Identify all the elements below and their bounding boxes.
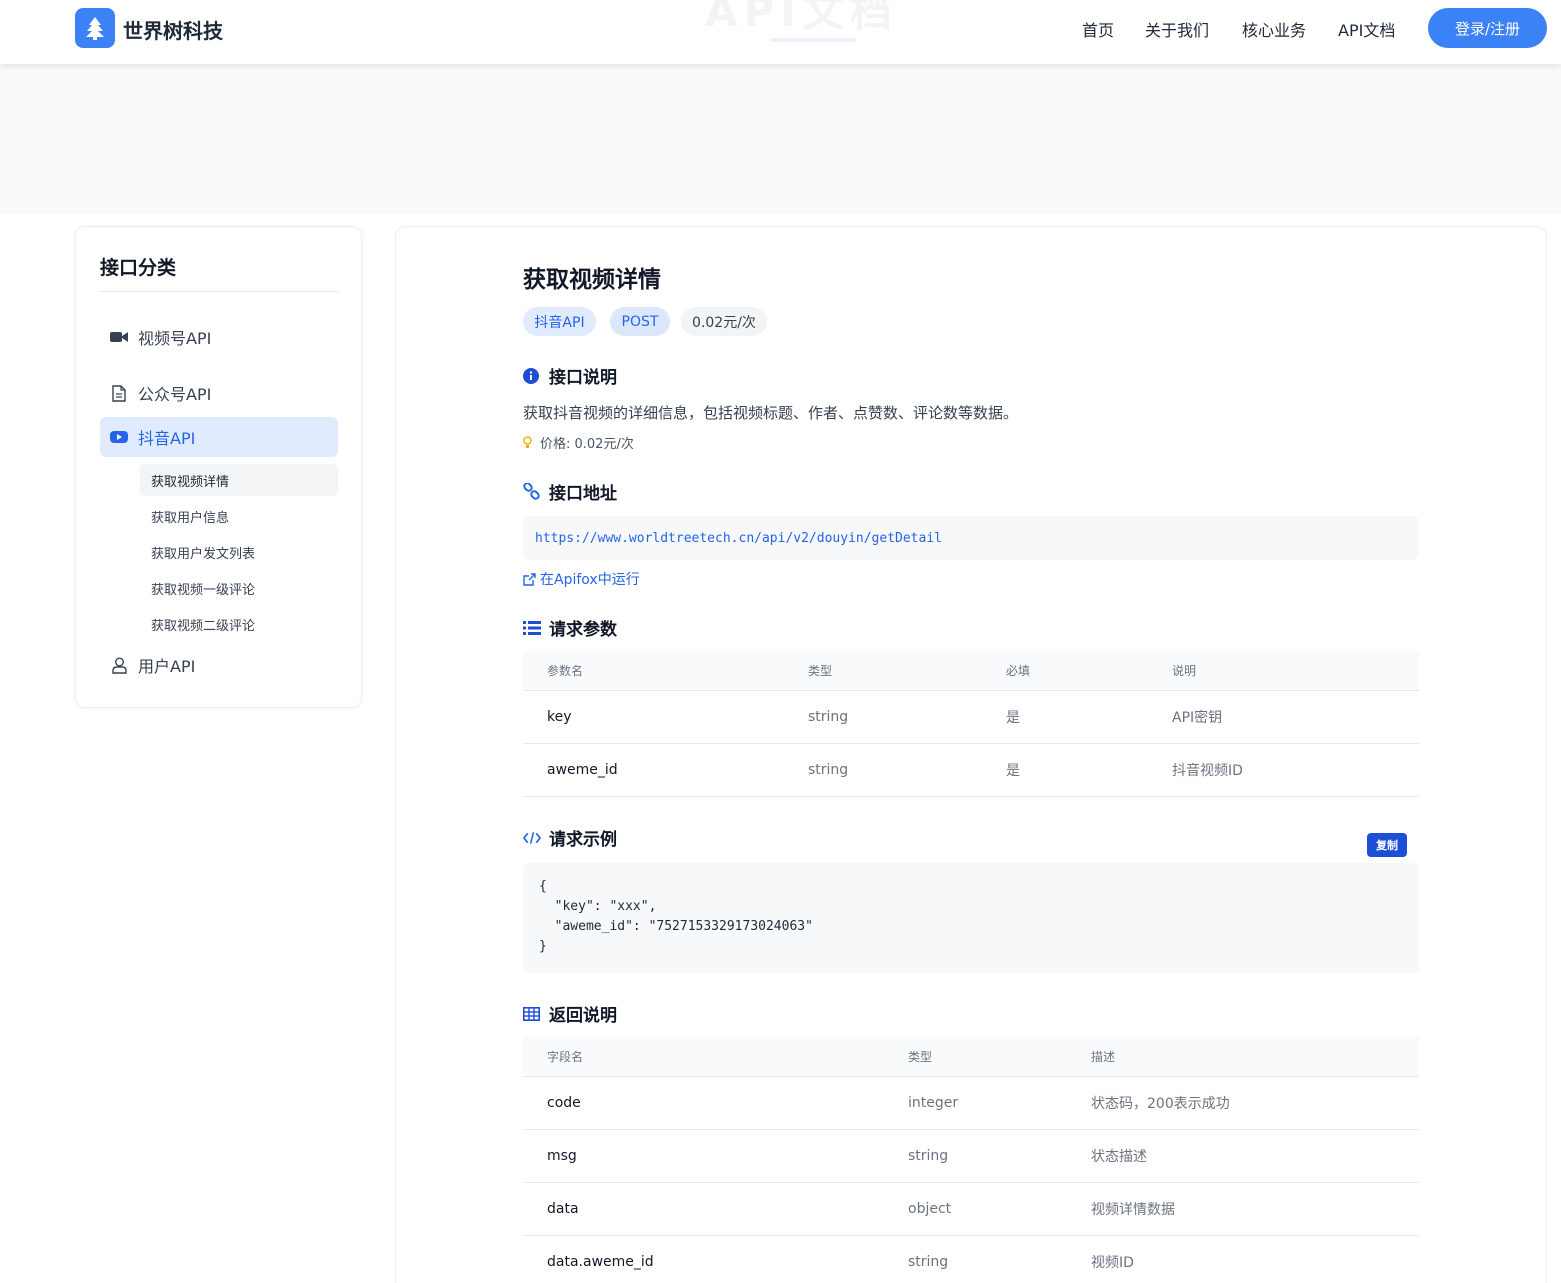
table-header: 参数名 类型 必填 说明 <box>523 651 1419 691</box>
table-icon <box>523 1006 541 1021</box>
sidebar-item-douyin-api[interactable]: 抖音API <box>100 417 338 457</box>
section-title: 接口地址 <box>549 484 617 504</box>
params-table: 参数名 类型 必填 说明 key string 是 API密钥 aweme_id… <box>523 651 1419 797</box>
endpoint-url[interactable]: https://www.worldtreetech.cn/api/v2/douy… <box>523 516 1419 560</box>
copy-button[interactable]: 复制 <box>1367 833 1407 857</box>
table-cell: integer <box>908 1095 959 1111</box>
section-title: 请求示例 <box>549 830 617 850</box>
sidebar-subitem-user-posts[interactable]: 获取用户发文列表 <box>140 536 338 568</box>
table-cell: string <box>908 1254 949 1270</box>
section-response-heading: 返回说明 <box>523 1001 617 1026</box>
table-cell: 抖音视频ID <box>1172 763 1243 779</box>
play-icon <box>110 428 128 446</box>
category-tag: 抖音API <box>523 307 596 336</box>
column-header: 必填 <box>1006 664 1031 678</box>
price-tag: 0.02元/次 <box>681 307 767 336</box>
code-icon <box>523 831 541 845</box>
table-cell: aweme_id <box>547 762 618 778</box>
sidebar-item-channels-api[interactable]: 视频号API <box>100 317 338 357</box>
table-cell: string <box>908 1148 949 1164</box>
table-row: data object 视频详情数据 <box>523 1183 1419 1236</box>
sidebar-item-label: 用户API <box>138 657 196 676</box>
table-cell: data <box>547 1201 579 1217</box>
table-cell: 视频详情数据 <box>1091 1202 1175 1218</box>
hero-underline <box>770 38 856 42</box>
section-description-heading: 接口说明 <box>523 363 617 388</box>
table-cell: msg <box>547 1148 577 1164</box>
nav-about[interactable]: 关于我们 <box>1145 17 1209 41</box>
table-cell: data.aweme_id <box>547 1254 654 1270</box>
column-header: 字段名 <box>547 1050 584 1064</box>
sidebar-subitem-first-level-comments[interactable]: 获取视频一级评论 <box>140 572 338 604</box>
top-navbar: API文档 世界树科技 首页 关于我们 核心业务 API文档 登录/注册 <box>0 0 1561 64</box>
table-cell: 状态码，200表示成功 <box>1091 1096 1230 1112</box>
link-icon <box>523 483 541 500</box>
external-link-icon <box>523 572 536 586</box>
sidebar-divider <box>100 291 339 292</box>
page-title: 获取视频详情 <box>523 267 661 293</box>
method-tag: POST <box>610 307 670 336</box>
table-row: aweme_id string 是 抖音视频ID <box>523 744 1419 797</box>
sidebar-subitem-user-info[interactable]: 获取用户信息 <box>140 500 338 532</box>
sidebar-item-label: 公众号API <box>138 385 212 404</box>
table-cell: string <box>808 762 849 778</box>
response-table: 字段名 类型 描述 code integer 状态码，200表示成功 msg s… <box>523 1037 1419 1283</box>
table-row: msg string 状态描述 <box>523 1130 1419 1183</box>
table-cell: object <box>908 1201 952 1217</box>
section-endpoint-heading: 接口地址 <box>523 479 617 504</box>
table-cell: API密钥 <box>1172 710 1223 726</box>
column-header: 类型 <box>808 664 833 678</box>
nav-business[interactable]: 核心业务 <box>1242 17 1306 41</box>
hero-title-ghost: API文档 <box>705 0 898 36</box>
video-camera-icon <box>110 328 128 346</box>
api-description: 获取抖音视频的详细信息，包括视频标题、作者、点赞数、评论数等数据。 <box>523 404 1019 422</box>
table-row: code integer 状态码，200表示成功 <box>523 1077 1419 1130</box>
sidebar-subitem-video-detail[interactable]: 获取视频详情 <box>140 464 338 496</box>
sidebar-subitem-second-level-comments[interactable]: 获取视频二级评论 <box>140 608 338 640</box>
brand-name[interactable]: 世界树科技 <box>123 15 223 44</box>
section-title: 返回说明 <box>549 1006 617 1026</box>
nav-home[interactable]: 首页 <box>1082 17 1114 41</box>
section-title: 请求参数 <box>549 620 617 640</box>
table-cell: code <box>547 1095 581 1111</box>
section-params-heading: 请求参数 <box>523 615 617 640</box>
sidebar-item-label: 抖音API <box>138 429 196 448</box>
api-category-sidebar: 接口分类 视频号API 公众号API 抖音API 获取视频详情 获取用户信息 获… <box>75 226 362 708</box>
section-title: 接口说明 <box>549 368 617 388</box>
list-icon <box>523 620 541 635</box>
table-cell: string <box>808 709 849 725</box>
column-header: 说明 <box>1172 664 1197 678</box>
column-header: 描述 <box>1091 1050 1116 1064</box>
table-header: 字段名 类型 描述 <box>523 1037 1419 1077</box>
user-icon <box>110 656 128 674</box>
login-register-button[interactable]: 登录/注册 <box>1428 8 1547 48</box>
column-header: 类型 <box>908 1050 933 1064</box>
nav-api-docs[interactable]: API文档 <box>1338 17 1395 41</box>
table-cell: 是 <box>1006 710 1020 726</box>
apifox-link-label: 在Apifox中运行 <box>540 572 640 588</box>
hero-band <box>0 64 1561 214</box>
sidebar-title: 接口分类 <box>100 257 177 279</box>
table-cell: key <box>547 709 572 725</box>
table-row: key string 是 API密钥 <box>523 691 1419 744</box>
sidebar-item-label: 视频号API <box>138 329 212 348</box>
table-cell: 是 <box>1006 763 1020 779</box>
tree-logo-icon[interactable] <box>75 8 115 48</box>
section-example-heading: 请求示例 <box>523 825 617 850</box>
info-circle-icon <box>523 367 541 384</box>
document-icon <box>110 384 128 402</box>
price-note-text: 价格: 0.02元/次 <box>540 437 634 452</box>
run-in-apifox-link[interactable]: 在Apifox中运行 <box>523 569 640 589</box>
request-example-code[interactable]: { "key": "xxx", "aweme_id": "75271533291… <box>523 863 1419 973</box>
table-cell: 视频ID <box>1091 1255 1134 1271</box>
api-detail-panel: 获取视频详情 抖音API POST 0.02元/次 接口说明 获取抖音视频的详细… <box>395 226 1547 1283</box>
table-row: data.aweme_id string 视频ID <box>523 1236 1419 1283</box>
sidebar-item-official-account-api[interactable]: 公众号API <box>100 373 338 413</box>
sidebar-item-user-api[interactable]: 用户API <box>100 645 338 685</box>
table-cell: 状态描述 <box>1091 1149 1147 1165</box>
lightbulb-icon <box>523 436 532 449</box>
column-header: 参数名 <box>547 664 584 678</box>
price-note: 价格: 0.02元/次 <box>523 433 634 452</box>
